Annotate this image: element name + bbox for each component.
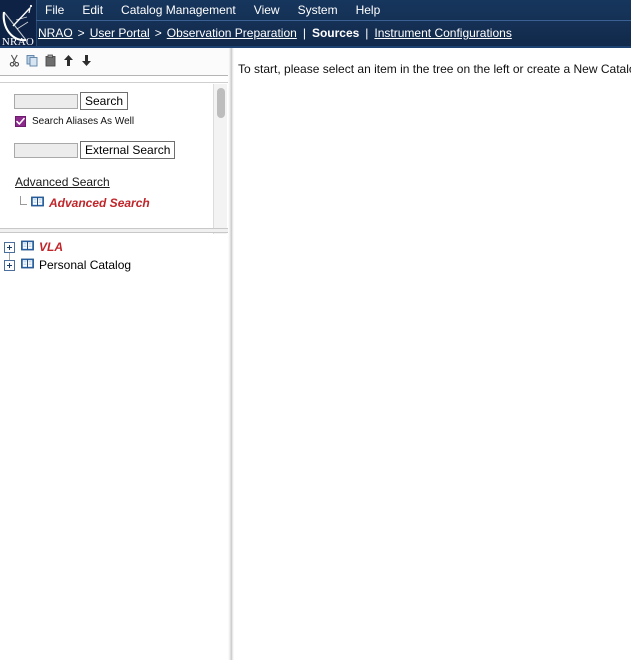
breadcrumb-link-user-portal[interactable]: User Portal bbox=[90, 26, 150, 40]
application-window: NRAO File Edit Catalog Management View S… bbox=[0, 0, 631, 660]
breadcrumb-link-observation-preparation[interactable]: Observation Preparation bbox=[167, 26, 297, 40]
menu-item-edit[interactable]: Edit bbox=[73, 0, 112, 20]
breadcrumb-separator: > bbox=[150, 26, 167, 40]
advanced-search-node-label[interactable]: Advanced Search bbox=[49, 196, 150, 210]
app-header: NRAO File Edit Catalog Management View S… bbox=[0, 0, 631, 48]
menu-item-file[interactable]: File bbox=[36, 0, 73, 20]
menu-item-help[interactable]: Help bbox=[347, 0, 390, 20]
menu-item-system[interactable]: System bbox=[289, 0, 347, 20]
paste-icon bbox=[44, 54, 57, 70]
left-panel: Search Search Aliases As Well External S… bbox=[0, 48, 228, 660]
book-icon bbox=[31, 196, 44, 210]
menu-item-catalog-management[interactable]: Catalog Management bbox=[112, 0, 245, 20]
breadcrumb-pipe: | bbox=[297, 26, 312, 40]
tree-elbow-connector bbox=[16, 196, 30, 210]
start-message: To start, please select an item in the t… bbox=[238, 62, 631, 76]
breadcrumb-separator: > bbox=[73, 26, 90, 40]
advanced-search-tree-node[interactable]: Advanced Search bbox=[16, 196, 212, 210]
breadcrumb-pipe: | bbox=[359, 26, 374, 40]
search-input[interactable] bbox=[14, 94, 78, 109]
main-content-pane: To start, please select an item in the t… bbox=[234, 48, 631, 660]
tree-item-label-vla[interactable]: VLA bbox=[39, 240, 63, 254]
breadcrumb-link-instrument-configurations[interactable]: Instrument Configurations bbox=[374, 26, 511, 40]
menu-divider bbox=[36, 20, 631, 21]
tree-item-vla[interactable]: VLA bbox=[0, 238, 228, 256]
arrow-up-icon bbox=[63, 54, 74, 70]
search-button[interactable]: Search bbox=[80, 92, 128, 110]
paste-button[interactable] bbox=[42, 53, 58, 71]
move-down-button[interactable] bbox=[78, 53, 94, 71]
search-panel-scrollbar-thumb[interactable] bbox=[217, 88, 225, 118]
catalog-tree: VLA Personal Catalog bbox=[0, 234, 228, 660]
tree-item-personal-catalog[interactable]: Personal Catalog bbox=[0, 256, 228, 274]
cut-icon bbox=[8, 54, 21, 70]
copy-button[interactable] bbox=[24, 53, 40, 71]
book-icon bbox=[21, 240, 34, 254]
external-search-button[interactable]: External Search bbox=[80, 141, 175, 159]
search-aliases-row: Search Aliases As Well bbox=[15, 116, 212, 127]
arrow-down-icon bbox=[81, 54, 92, 70]
external-search-input[interactable] bbox=[14, 143, 78, 158]
external-search-row: External Search bbox=[14, 141, 212, 159]
book-icon bbox=[21, 258, 34, 272]
tree-item-label-personal-catalog[interactable]: Personal Catalog bbox=[39, 258, 131, 272]
search-aliases-checkbox[interactable] bbox=[15, 116, 26, 127]
menu-item-view[interactable]: View bbox=[245, 0, 289, 20]
search-row: Search bbox=[14, 92, 212, 110]
breadcrumb-link-nrao[interactable]: NRAO bbox=[38, 26, 73, 40]
advanced-search-link[interactable]: Advanced Search bbox=[15, 175, 110, 189]
expand-icon[interactable] bbox=[4, 242, 15, 253]
nrao-logo[interactable]: NRAO bbox=[0, 0, 37, 48]
search-aliases-label: Search Aliases As Well bbox=[32, 116, 134, 127]
cut-button[interactable] bbox=[6, 53, 22, 71]
menu-bar: File Edit Catalog Management View System… bbox=[36, 0, 389, 20]
move-up-button[interactable] bbox=[60, 53, 76, 71]
horizontal-splitter[interactable] bbox=[0, 228, 228, 233]
expand-icon[interactable] bbox=[4, 260, 15, 271]
copy-icon bbox=[26, 54, 39, 70]
breadcrumb-current-sources: Sources bbox=[312, 26, 359, 40]
editing-toolbar bbox=[0, 48, 228, 76]
breadcrumb: NRAO > User Portal > Observation Prepara… bbox=[38, 23, 512, 43]
